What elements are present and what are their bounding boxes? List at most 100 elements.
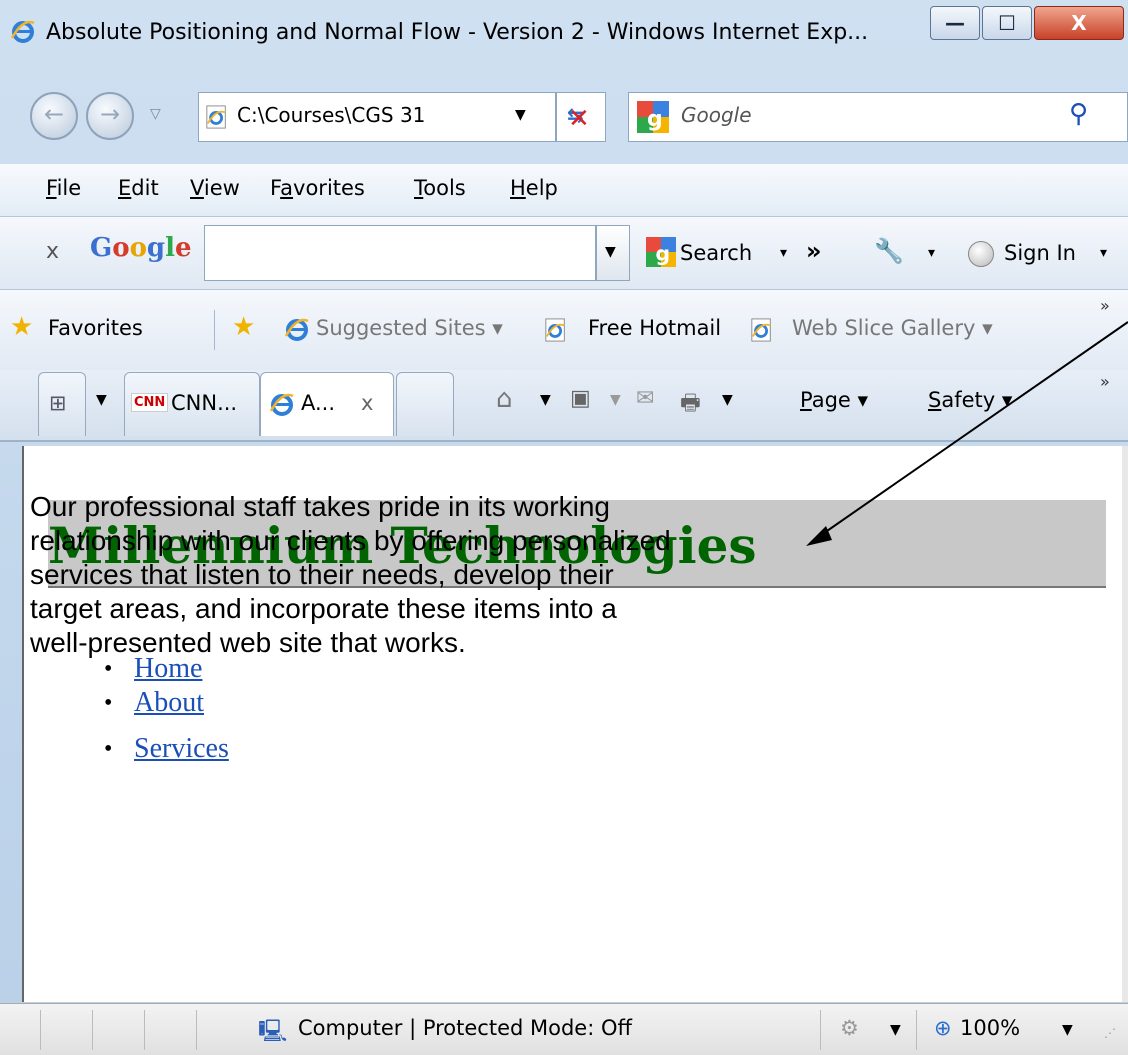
menu-view[interactable]: View	[190, 176, 240, 200]
status-bar: 🖳 Computer | Protected Mode: Off ⚙ ▼ ⊕ 1…	[0, 1003, 1128, 1055]
page-content: Millennium Technologies Our professional…	[22, 446, 1128, 1002]
google-toolbar-close-button[interactable]: x	[46, 239, 59, 264]
history-dropdown-icon[interactable]: ▽	[150, 106, 161, 122]
svg-text:g: g	[647, 107, 663, 132]
home-icon[interactable]: ⌂	[496, 384, 513, 414]
addon-dropdown-icon[interactable]: ▼	[890, 1022, 901, 1038]
address-text: C:\Courses\CGS 31	[237, 103, 426, 127]
sign-in-button[interactable]: Sign In	[1004, 241, 1076, 265]
wrench-dropdown-icon[interactable]: ▾	[928, 245, 935, 261]
favorites-button[interactable]: Favorites	[48, 316, 143, 340]
intro-paragraph: Our professional staff takes pride in it…	[30, 491, 671, 658]
google-toolbar: x Google ▼ g Search ▾ » 🔧 ▾ Sign In ▾	[0, 217, 1128, 290]
favorites-divider	[214, 310, 215, 350]
zoom-dropdown-icon[interactable]: ▼	[1062, 1022, 1073, 1038]
menu-favorites[interactable]: Favorites	[270, 176, 365, 200]
google-logo: Google	[90, 233, 192, 263]
status-divider	[196, 1010, 197, 1050]
tab-bar: ⊞ ▼ CNN CNN... A... x ⌂ ▼ ▣ ▼ ✉ 🖶 ▼ Page…	[0, 370, 1128, 442]
home-dropdown-icon[interactable]: ▼	[540, 392, 551, 408]
cnn-logo-icon: CNN	[131, 393, 169, 412]
search-placeholder: Google	[681, 103, 752, 127]
security-zone-text[interactable]: Computer | Protected Mode: Off	[298, 1016, 632, 1040]
navigation-bar: ← → ▽ C:\Courses\CGS 31 ▼ ⇆ ✕ g Google ⚲	[0, 80, 1128, 160]
minimize-button[interactable]: —	[930, 6, 980, 40]
nav-link-services[interactable]: Services	[134, 733, 229, 764]
tab-close-icon[interactable]: x	[361, 391, 373, 415]
sign-in-dropdown-icon[interactable]: ▾	[1100, 245, 1107, 261]
status-divider	[820, 1010, 821, 1050]
favorites-bar: ★ Favorites ★ Suggested Sites ▾ Free Hot…	[0, 290, 1128, 370]
tab-active-label: A...	[301, 391, 336, 415]
menu-edit[interactable]: Edit	[118, 176, 159, 200]
feeds-dropdown-icon[interactable]: ▼	[610, 392, 621, 408]
google-search-input[interactable]	[204, 225, 596, 281]
site-nav: Home About Services	[104, 646, 229, 772]
suggested-sites-icon	[284, 316, 310, 342]
close-button[interactable]: X	[1034, 6, 1124, 40]
user-circle-icon	[968, 241, 994, 267]
tab-list-dropdown-icon[interactable]: ▼	[96, 392, 107, 408]
favorites-star-icon: ★	[10, 312, 34, 342]
tab-cnn[interactable]: CNN CNN...	[124, 372, 260, 436]
add-favorite-icon[interactable]: ★	[232, 312, 255, 342]
tab-ie-icon	[269, 391, 295, 417]
back-button[interactable]: ←	[30, 92, 78, 140]
browser-window: Absolute Positioning and Normal Flow - V…	[0, 0, 1128, 1055]
forward-button[interactable]: →	[86, 92, 134, 140]
page-menu-button[interactable]: Page ▾	[800, 388, 868, 412]
search-magnifier-icon[interactable]: ⚲	[1069, 99, 1088, 129]
nav-link-about[interactable]: About	[134, 687, 204, 718]
addon-icon[interactable]: ⚙	[840, 1016, 859, 1040]
content-right-edge	[1122, 446, 1128, 1002]
commandbar-more-icon[interactable]: »	[1100, 372, 1110, 391]
google-search-button[interactable]: Search	[680, 241, 752, 265]
forward-arrow-icon: →	[99, 100, 121, 128]
tab-active[interactable]: A... x	[260, 372, 394, 436]
status-divider	[40, 1010, 41, 1050]
menu-help[interactable]: Help	[510, 176, 558, 200]
stop-icon[interactable]: ✕	[568, 104, 590, 134]
maximize-button[interactable]: ☐	[982, 6, 1032, 40]
search-options-arrow-icon[interactable]: ▾	[780, 245, 787, 261]
nav-item-services: Services	[104, 726, 229, 772]
wrench-icon[interactable]: 🔧	[874, 237, 904, 265]
web-slice-icon	[750, 318, 774, 342]
print-icon[interactable]: 🖶	[680, 386, 701, 424]
ie-logo-icon	[10, 18, 36, 44]
mail-icon[interactable]: ✉	[636, 386, 654, 411]
menu-tools[interactable]: Tools	[414, 176, 466, 200]
page-icon	[205, 105, 229, 129]
suggested-sites-link[interactable]: Suggested Sites ▾	[316, 316, 503, 340]
zoom-icon[interactable]: ⊕	[934, 1016, 952, 1040]
menu-bar: File Edit View Favorites Tools Help	[0, 164, 1128, 217]
hotmail-icon	[544, 318, 568, 342]
web-slice-gallery-link[interactable]: Web Slice Gallery ▾	[792, 316, 993, 340]
maximize-icon: ☐	[998, 11, 1016, 35]
tab-cnn-label: CNN...	[171, 391, 238, 415]
more-tools-icon[interactable]: »	[806, 237, 822, 265]
search-box[interactable]: g Google ⚲	[628, 92, 1128, 142]
svg-text:g: g	[655, 241, 670, 265]
zoom-level[interactable]: 100%	[960, 1016, 1020, 1040]
quick-tabs-icon: ⊞	[49, 391, 67, 415]
status-divider	[92, 1010, 93, 1050]
google-search-icon[interactable]: g	[646, 237, 676, 267]
safety-menu-button[interactable]: Safety ▾	[928, 388, 1012, 412]
new-tab-button[interactable]	[396, 372, 454, 436]
address-bar[interactable]: C:\Courses\CGS 31 ▼	[198, 92, 556, 142]
feeds-icon[interactable]: ▣	[570, 386, 591, 411]
quick-tabs-button[interactable]: ⊞	[38, 372, 86, 436]
status-divider	[144, 1010, 145, 1050]
print-dropdown-icon[interactable]: ▼	[722, 392, 733, 408]
status-divider	[916, 1010, 917, 1050]
minimize-icon: —	[945, 11, 965, 35]
free-hotmail-link[interactable]: Free Hotmail	[588, 316, 721, 340]
google-search-dropdown[interactable]: ▼	[596, 225, 630, 281]
address-dropdown-icon[interactable]: ▼	[515, 107, 526, 123]
favorites-more-icon[interactable]: »	[1100, 296, 1110, 315]
close-icon: X	[1071, 11, 1087, 35]
resize-grip-icon[interactable]: ⋰	[1104, 1026, 1116, 1040]
menu-file[interactable]: File	[46, 176, 81, 200]
